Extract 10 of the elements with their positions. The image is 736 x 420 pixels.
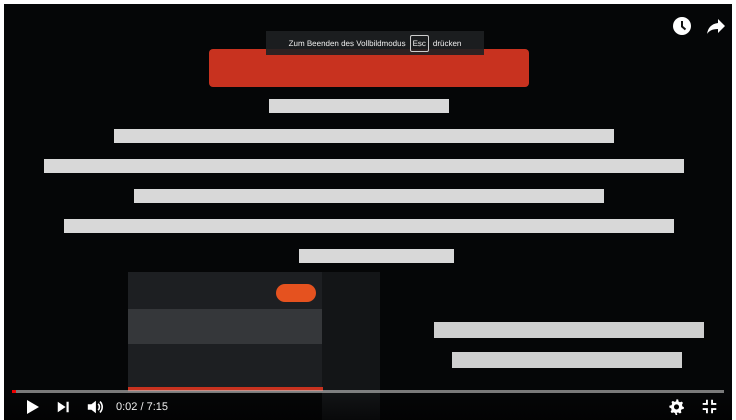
next-icon[interactable] <box>56 400 70 414</box>
clock-icon[interactable] <box>672 16 692 36</box>
hint-text: drücken <box>432 38 462 48</box>
settings-icon[interactable] <box>668 398 685 415</box>
share-icon[interactable] <box>706 16 726 36</box>
time-display: 0:02 / 7:15 <box>116 400 168 412</box>
esc-key: Esc <box>410 34 429 52</box>
exit-fullscreen-icon[interactable] <box>701 398 718 415</box>
play-icon[interactable] <box>24 398 40 414</box>
hint-text: Zum Beenden des Vollbildmodus <box>288 38 406 48</box>
